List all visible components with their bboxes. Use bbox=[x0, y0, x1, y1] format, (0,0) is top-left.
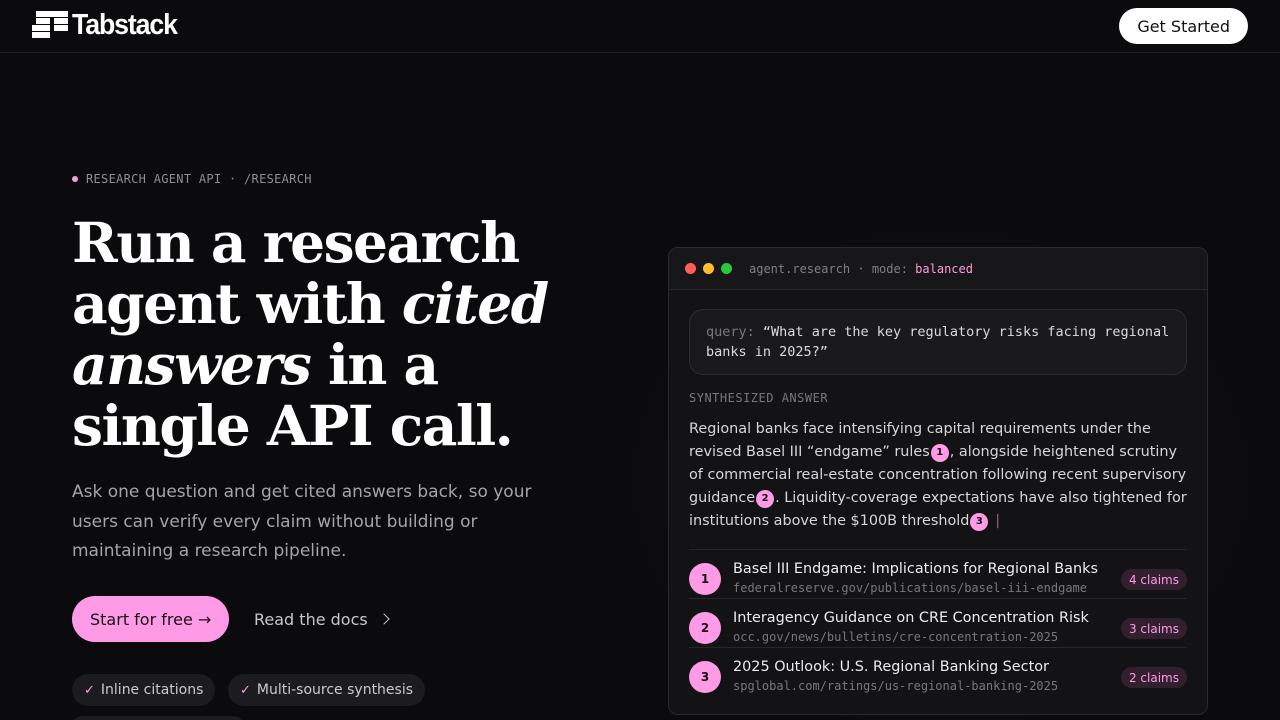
source-number: 1 bbox=[689, 563, 721, 595]
check-icon: ✓ bbox=[240, 682, 251, 698]
card-titlebar: agent.research · mode: balanced bbox=[669, 248, 1207, 290]
eyebrow: RESEARCH AGENT API · /RESEARCH bbox=[72, 172, 312, 186]
read-the-docs-link[interactable]: Read the docs bbox=[254, 596, 390, 642]
citation-badge[interactable]: 3 bbox=[970, 512, 989, 531]
brand-logo[interactable]: Tabstack bbox=[32, 9, 186, 41]
maximize-dot-icon bbox=[721, 263, 732, 274]
card-title-prefix: agent.research · mode: bbox=[749, 261, 916, 276]
minimize-dot-icon bbox=[703, 263, 714, 274]
citation-badge[interactable]: 1 bbox=[930, 443, 949, 462]
source-url: occ.gov/news/bulletins/cre-concentration… bbox=[733, 630, 1059, 644]
brand-name: Tabstack bbox=[72, 9, 178, 41]
source-item[interactable]: 1 Basel III Endgame: Implications for Re… bbox=[689, 550, 1187, 599]
mode-value: balanced bbox=[915, 261, 973, 276]
tabstack-logo-icon bbox=[32, 11, 68, 39]
chevron-right-icon bbox=[378, 613, 390, 625]
feature-label: Multi-source synthesis bbox=[256, 682, 414, 698]
hero-subtext: Ask one question and get cited answers b… bbox=[72, 482, 532, 561]
query-box: query: “What are the key regulatory risk… bbox=[689, 309, 1187, 375]
source-title: 2025 Outlook: U.S. Regional Banking Sect… bbox=[733, 659, 1049, 675]
close-dot-icon bbox=[685, 263, 696, 274]
section-label: SYNTHESIZED ANSWER bbox=[689, 391, 829, 405]
source-title: Interagency Guidance on CRE Concentratio… bbox=[733, 610, 1089, 626]
check-icon: ✓ bbox=[84, 682, 95, 698]
claims-badge: 4 claims bbox=[1120, 569, 1187, 590]
feature-pill-multi-source: ✓ Multi-source synthesis bbox=[228, 674, 426, 706]
source-number: 3 bbox=[689, 661, 721, 693]
get-started-button[interactable]: Get Started bbox=[1119, 8, 1248, 44]
claims-badge: 2 claims bbox=[1120, 667, 1187, 688]
sources-list: 1 Basel III Endgame: Implications for Re… bbox=[689, 549, 1187, 697]
claims-badge: 3 claims bbox=[1120, 618, 1187, 639]
page-title: Run a research agent with cited answers … bbox=[72, 212, 632, 456]
accent-dot-icon bbox=[72, 176, 78, 182]
research-demo-card: agent.research · mode: balanced query: “… bbox=[668, 247, 1208, 715]
citation-badge[interactable]: 2 bbox=[756, 489, 775, 508]
source-url: spglobal.com/ratings/us-regional-banking… bbox=[733, 679, 1059, 693]
synthesized-answer: Regional banks face intensifying capital… bbox=[689, 418, 1189, 533]
source-title: Basel III Endgame: Implications for Regi… bbox=[733, 561, 1098, 577]
top-navigation: Tabstack Get Started bbox=[0, 0, 1280, 53]
read-the-docs-label: Read the docs bbox=[254, 609, 368, 629]
card-title: agent.research · mode: balanced bbox=[749, 262, 973, 276]
feature-label: Inline citations bbox=[100, 682, 204, 698]
start-for-free-button[interactable]: Start for free → bbox=[72, 596, 230, 642]
feature-pill-partial bbox=[72, 716, 244, 720]
source-item[interactable]: 2 Interagency Guidance on CRE Concentrat… bbox=[689, 599, 1187, 648]
source-item[interactable]: 3 2025 Outlook: U.S. Regional Banking Se… bbox=[689, 648, 1187, 697]
eyebrow-text: RESEARCH AGENT API · /RESEARCH bbox=[86, 172, 312, 186]
typing-caret: | bbox=[995, 513, 1001, 529]
query-key: query: bbox=[706, 324, 755, 340]
source-url: federalreserve.gov/publications/basel-ii… bbox=[733, 581, 1088, 595]
feature-pill-inline-citations: ✓ Inline citations bbox=[72, 674, 216, 706]
query-text: “What are the key regulatory risks facin… bbox=[706, 324, 1170, 360]
source-number: 2 bbox=[689, 612, 721, 644]
